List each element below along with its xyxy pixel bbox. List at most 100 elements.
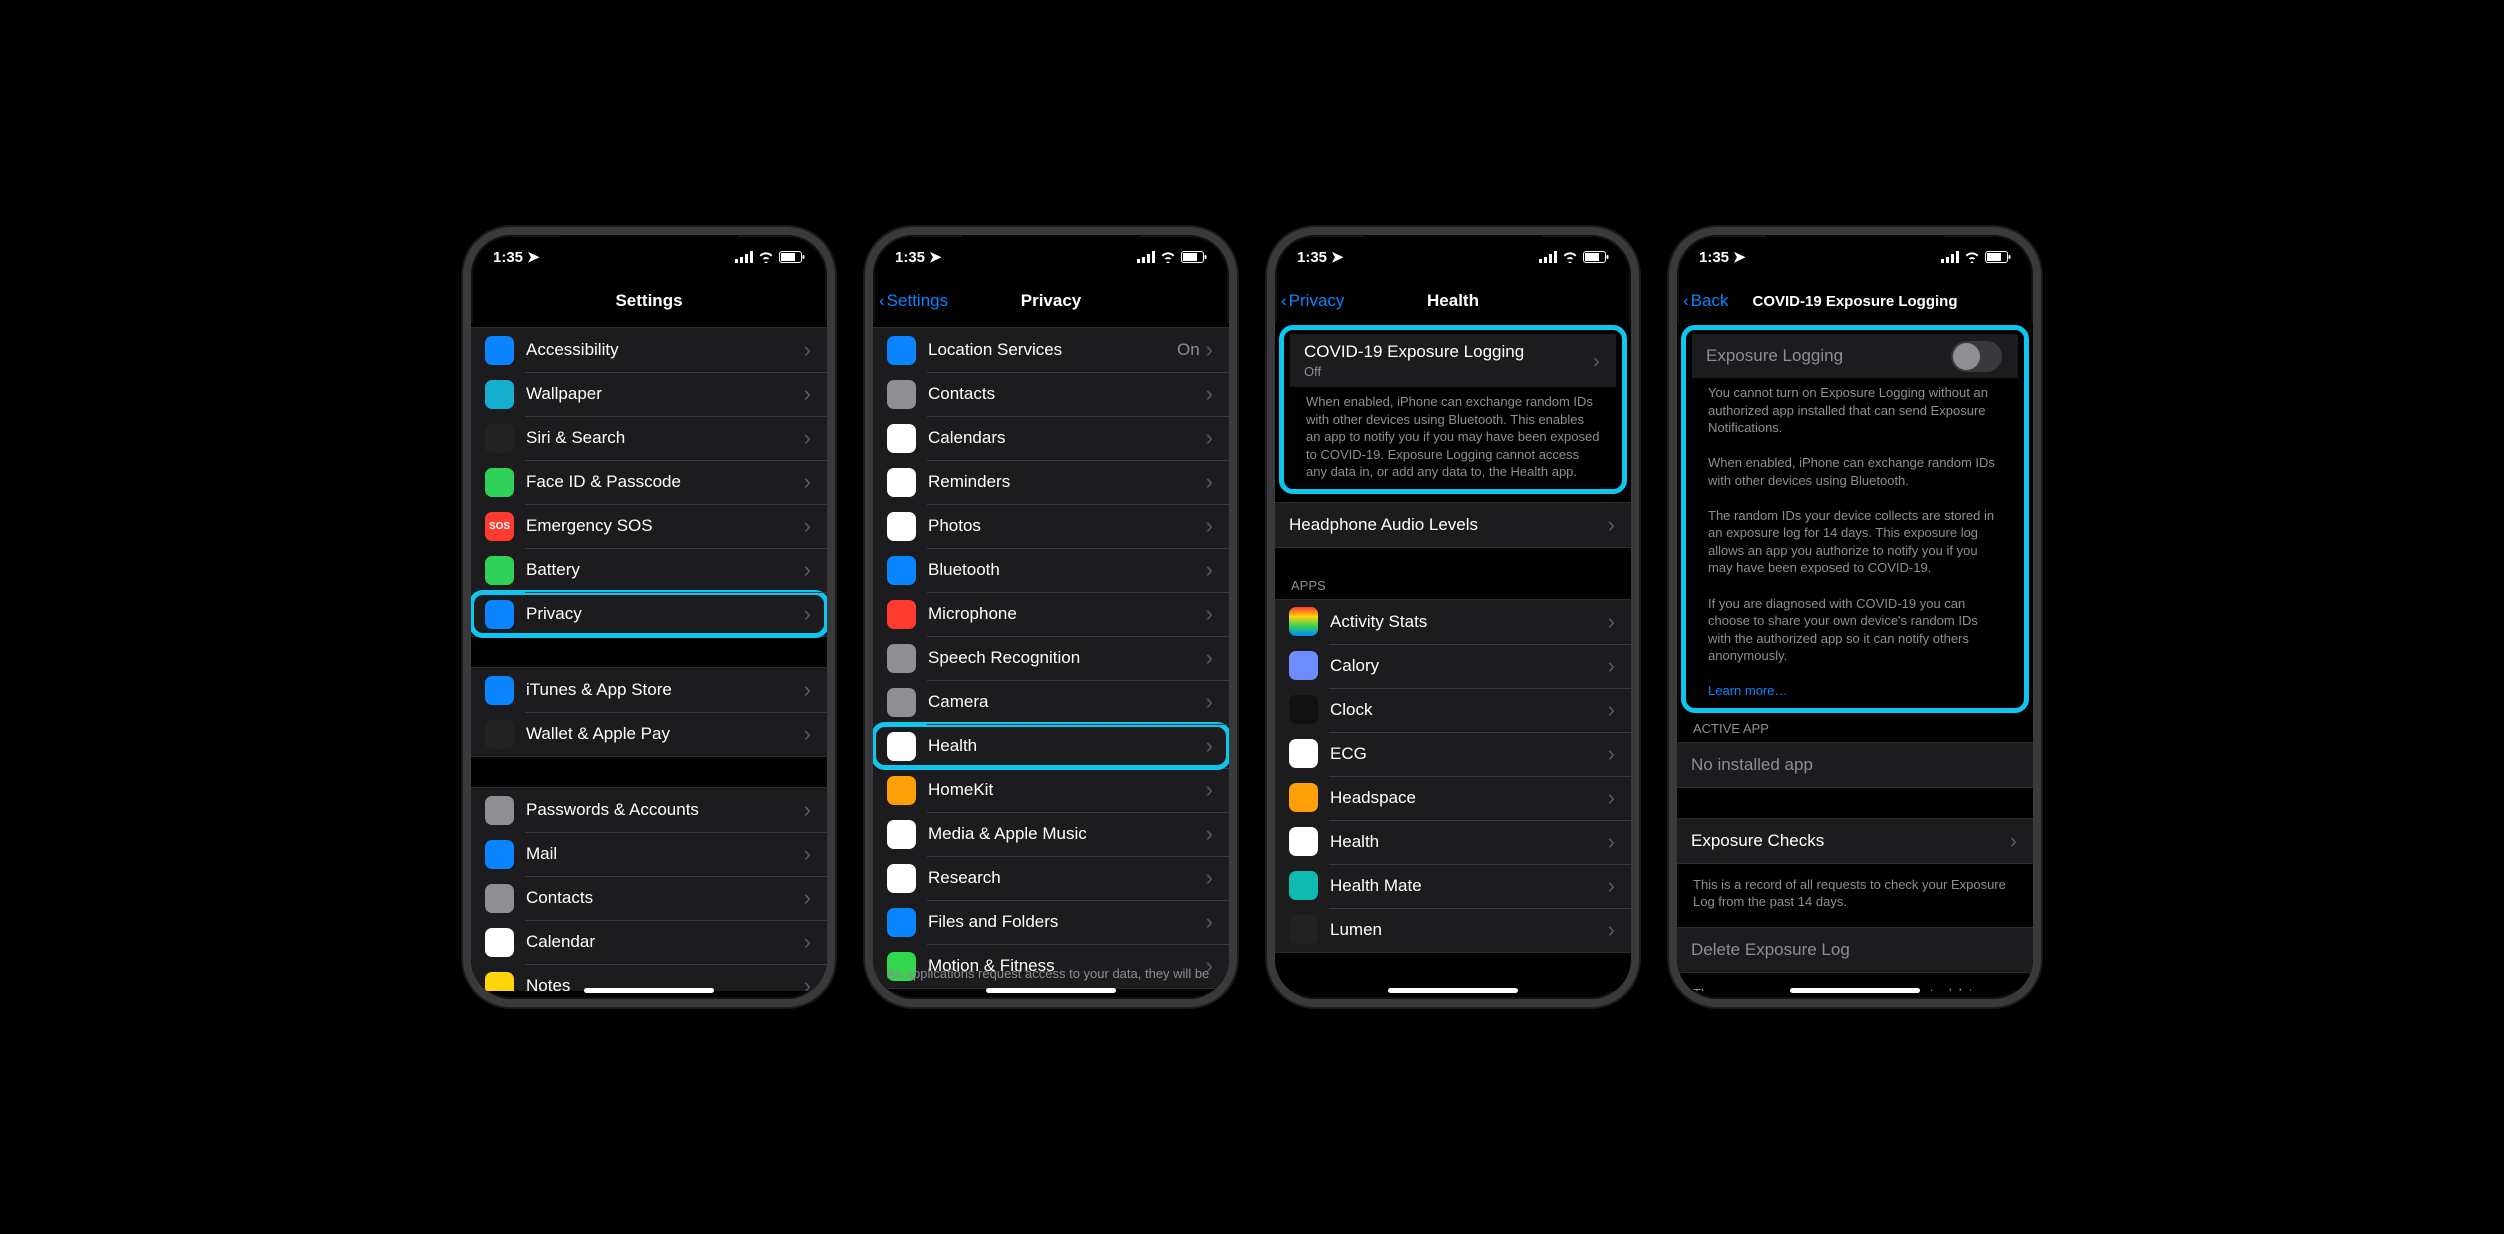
row-label: Clock xyxy=(1330,700,1608,720)
health-content[interactable]: COVID-19 Exposure Logging Off › When ena… xyxy=(1275,323,1631,991)
row-bluetooth[interactable]: Bluetooth› xyxy=(873,548,1229,592)
row-research[interactable]: Research› xyxy=(873,856,1229,900)
face-id-passcode-icon xyxy=(485,468,514,497)
nav-title: Privacy xyxy=(1021,291,1082,311)
row-label: Accessibility xyxy=(526,340,804,360)
home-indicator[interactable] xyxy=(1388,988,1518,993)
chevron-right-icon: › xyxy=(1608,512,1615,538)
chevron-right-icon: › xyxy=(1608,609,1615,635)
row-camera[interactable]: Camera› xyxy=(873,680,1229,724)
covid-footer: When enabled, iPhone can exchange random… xyxy=(1290,387,1616,485)
covid-row-label: COVID-19 Exposure Logging xyxy=(1304,342,1593,362)
clock-icon xyxy=(1289,695,1318,724)
row-label: Health Mate xyxy=(1330,876,1608,896)
info-2: When enabled, iPhone can exchange random… xyxy=(1708,454,2002,489)
row-itunes-app-store[interactable]: iTunes & App Store› xyxy=(471,668,827,712)
exposure-toggle[interactable] xyxy=(1951,341,2002,372)
row-activity-stats[interactable]: Activity Stats› xyxy=(1275,600,1631,644)
privacy-content[interactable]: Location ServicesOn›Contacts›Calendars›R… xyxy=(873,323,1229,991)
back-label: Back xyxy=(1691,291,1729,311)
row-health[interactable]: Health› xyxy=(1275,820,1631,864)
chevron-left-icon: ‹ xyxy=(879,291,885,311)
row-label: HomeKit xyxy=(928,780,1206,800)
files-and-folders-icon xyxy=(887,908,916,937)
row-mail[interactable]: Mail› xyxy=(471,832,827,876)
row-contacts[interactable]: Contacts› xyxy=(873,372,1229,416)
row-health[interactable]: Health› xyxy=(873,724,1229,768)
row-accessibility[interactable]: Accessibility› xyxy=(471,328,827,372)
exposure-checks-row[interactable]: Exposure Checks › xyxy=(1677,819,2033,863)
row-headspace[interactable]: Headspace› xyxy=(1275,776,1631,820)
row-passwords-accounts[interactable]: Passwords & Accounts› xyxy=(471,788,827,832)
row-speech-recognition[interactable]: Speech Recognition› xyxy=(873,636,1229,680)
battery-icon xyxy=(485,556,514,585)
row-clock[interactable]: Clock› xyxy=(1275,688,1631,732)
back-button[interactable]: ‹ Settings xyxy=(879,291,948,311)
row-ecg[interactable]: ECG› xyxy=(1275,732,1631,776)
chevron-right-icon: › xyxy=(1206,733,1213,759)
chevron-right-icon: › xyxy=(804,601,811,627)
row-calendar[interactable]: Calendar› xyxy=(471,920,827,964)
headphone-label: Headphone Audio Levels xyxy=(1289,515,1608,535)
clock-text: 1:35 xyxy=(493,249,523,266)
no-installed-app-row: No installed app xyxy=(1677,743,2033,787)
row-notes[interactable]: Notes› xyxy=(471,964,827,991)
row-media-apple-music[interactable]: Media & Apple Music› xyxy=(873,812,1229,856)
chevron-right-icon: › xyxy=(804,677,811,703)
back-label: Privacy xyxy=(1289,291,1345,311)
info-1: You cannot turn on Exposure Logging with… xyxy=(1708,384,2002,437)
row-emergency-sos[interactable]: SOSEmergency SOS› xyxy=(471,504,827,548)
row-label: ECG xyxy=(1330,744,1608,764)
row-label: Wallet & Apple Pay xyxy=(526,724,804,744)
chevron-right-icon: › xyxy=(1593,348,1600,374)
nav-bar: ‹ Settings Privacy xyxy=(873,279,1229,323)
nav-bar: ‹ Back COVID-19 Exposure Logging xyxy=(1677,279,2033,323)
row-calendars[interactable]: Calendars› xyxy=(873,416,1229,460)
row-reminders[interactable]: Reminders› xyxy=(873,460,1229,504)
back-button[interactable]: ‹ Privacy xyxy=(1281,291,1344,311)
learn-more-link[interactable]: Learn more… xyxy=(1708,682,2002,700)
row-lumen[interactable]: Lumen› xyxy=(1275,908,1631,952)
row-homekit[interactable]: HomeKit› xyxy=(873,768,1229,812)
row-wallet-apple-pay[interactable]: Wallet & Apple Pay› xyxy=(471,712,827,756)
passwords-accounts-icon xyxy=(485,796,514,825)
headphone-audio-row[interactable]: Headphone Audio Levels › xyxy=(1275,503,1631,547)
homekit-icon xyxy=(887,776,916,805)
chevron-right-icon: › xyxy=(804,929,811,955)
chevron-right-icon: › xyxy=(1206,381,1213,407)
row-calory[interactable]: Calory› xyxy=(1275,644,1631,688)
location-icon: ➤ xyxy=(527,248,540,266)
exposure-content[interactable]: Exposure Logging You cannot turn on Expo… xyxy=(1677,323,2033,991)
row-wallpaper[interactable]: Wallpaper› xyxy=(471,372,827,416)
chevron-right-icon: › xyxy=(1206,425,1213,451)
row-photos[interactable]: Photos› xyxy=(873,504,1229,548)
row-siri-search[interactable]: Siri & Search› xyxy=(471,416,827,460)
home-indicator[interactable] xyxy=(584,988,714,993)
covid-exposure-logging-row[interactable]: COVID-19 Exposure Logging Off › xyxy=(1290,334,1616,387)
checks-label: Exposure Checks xyxy=(1691,831,2010,851)
row-microphone[interactable]: Microphone› xyxy=(873,592,1229,636)
toggle-label: Exposure Logging xyxy=(1706,346,1951,366)
chevron-right-icon: › xyxy=(1206,777,1213,803)
row-label: Microphone xyxy=(928,604,1206,624)
row-face-id-passcode[interactable]: Face ID & Passcode› xyxy=(471,460,827,504)
row-contacts[interactable]: Contacts› xyxy=(471,876,827,920)
checks-footer: This is a record of all requests to chec… xyxy=(1677,870,2033,927)
row-health-mate[interactable]: Health Mate› xyxy=(1275,864,1631,908)
delete-exposure-log-row[interactable]: Delete Exposure Log xyxy=(1677,928,2033,972)
ecg-icon xyxy=(1289,739,1318,768)
location-icon: ➤ xyxy=(1733,248,1746,266)
chevron-right-icon: › xyxy=(1608,785,1615,811)
row-battery[interactable]: Battery› xyxy=(471,548,827,592)
row-files-and-folders[interactable]: Files and Folders› xyxy=(873,900,1229,944)
row-location-services[interactable]: Location ServicesOn› xyxy=(873,328,1229,372)
home-indicator[interactable] xyxy=(986,988,1116,993)
home-indicator[interactable] xyxy=(1790,988,1920,993)
settings-content[interactable]: Accessibility›Wallpaper›Siri & Search›Fa… xyxy=(471,323,827,991)
location-icon: ➤ xyxy=(1331,248,1344,266)
row-label: Health xyxy=(928,736,1206,756)
calendars-icon xyxy=(887,424,916,453)
row-privacy[interactable]: Privacy› xyxy=(471,592,827,636)
back-button[interactable]: ‹ Back xyxy=(1683,291,1728,311)
row-label: Passwords & Accounts xyxy=(526,800,804,820)
